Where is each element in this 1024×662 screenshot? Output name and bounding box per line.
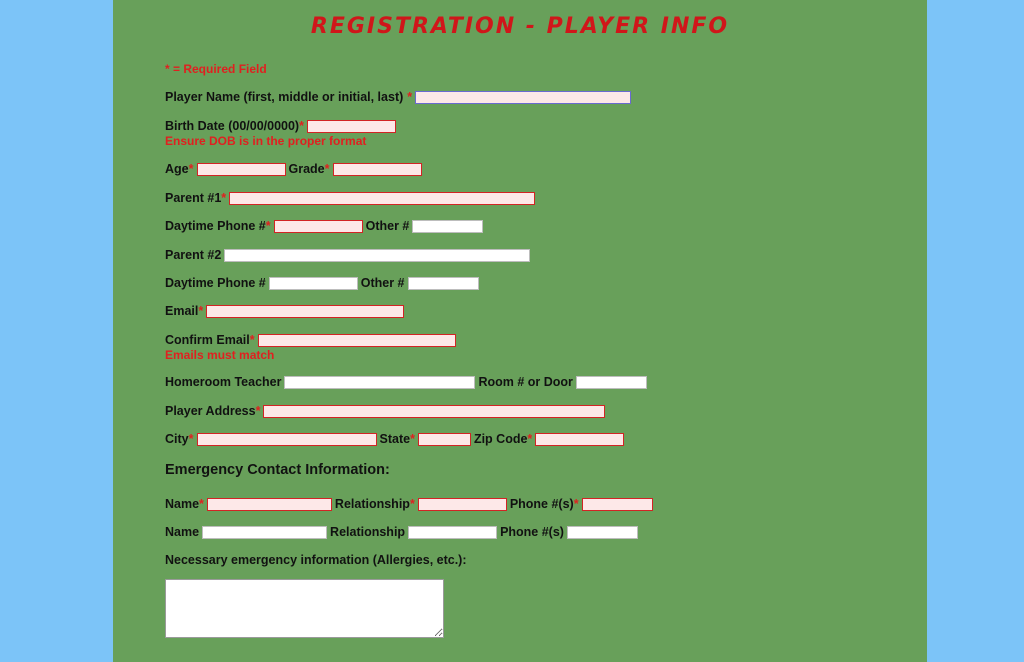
player-address-label: Player Address <box>165 404 256 418</box>
required-star: * <box>527 432 533 446</box>
confirm-email-row: Confirm Email * <box>165 331 459 349</box>
birth-date-error: Ensure DOB is in the proper format <box>165 134 367 148</box>
parent2-row: Parent #2 <box>165 246 533 264</box>
city-state-zip-row: City * State * Zip Code * <box>165 430 627 448</box>
emergency-name1-input[interactable] <box>206 497 332 511</box>
relationship1-input[interactable] <box>417 497 507 511</box>
necessary-info-label: Necessary emergency information (Allergi… <box>165 553 467 567</box>
zip-label: Zip Code <box>473 432 528 446</box>
player-name-row: Player Name (first, middle or initial, l… <box>165 88 634 106</box>
age-grade-row: Age * Grade * <box>165 160 425 178</box>
phone1-label: Phone #(s) <box>509 497 574 511</box>
required-star: * <box>324 162 330 176</box>
state-label: State <box>379 432 411 446</box>
city-input[interactable] <box>196 432 377 446</box>
required-star: * <box>188 162 194 176</box>
emergency-contact2-row: Name Relationship Phone #(s) <box>165 523 641 541</box>
player-name-input[interactable] <box>415 90 632 104</box>
homeroom-teacher-input[interactable] <box>284 375 476 389</box>
grade-label: Grade <box>288 162 325 176</box>
email-match-error: Emails must match <box>165 348 275 362</box>
emergency-heading: Emergency Contact Information: <box>165 462 390 478</box>
player-address-row: Player Address * <box>165 402 608 420</box>
required-star: * <box>409 497 415 511</box>
required-star: * <box>299 119 304 133</box>
required-star: * <box>198 304 204 318</box>
required-star: * <box>249 333 255 347</box>
required-field-note: * = Required Field <box>165 62 267 76</box>
other2-input[interactable] <box>407 276 479 290</box>
required-star: * <box>573 497 579 511</box>
required-star: * <box>221 191 227 205</box>
other1-input[interactable] <box>412 219 484 233</box>
other1-label: Other # <box>365 219 410 233</box>
room-label: Room # or Door <box>478 375 573 389</box>
state-input[interactable] <box>417 432 471 446</box>
page-title: REGISTRATION - PLAYER INFO <box>310 14 730 39</box>
required-star: * <box>410 432 415 446</box>
grade-input[interactable] <box>332 162 422 176</box>
homeroom-teacher-label: Homeroom Teacher <box>165 375 282 389</box>
daytime-phone1-input[interactable] <box>273 219 363 233</box>
parent2-label: Parent #2 <box>165 248 222 262</box>
birth-date-input[interactable] <box>306 119 396 133</box>
city-label: City <box>165 432 189 446</box>
confirm-email-input[interactable] <box>257 333 456 347</box>
birth-date-label: Birth Date (00/00/0000) <box>165 119 300 133</box>
parent1-input[interactable] <box>229 191 536 205</box>
email-input[interactable] <box>206 304 405 318</box>
daytime-phone2-label: Daytime Phone # <box>165 276 266 290</box>
room-input[interactable] <box>575 375 647 389</box>
age-input[interactable] <box>196 162 286 176</box>
parent1-label: Parent #1 <box>165 191 222 205</box>
required-star: * <box>265 219 271 233</box>
homeroom-row: Homeroom Teacher Room # or Door <box>165 373 650 391</box>
emergency-phone1-input[interactable] <box>581 497 653 511</box>
parent2-input[interactable] <box>224 248 531 262</box>
daytime-phone1-row: Daytime Phone # * Other # <box>165 217 486 235</box>
emergency-name2-label: Name <box>165 525 200 539</box>
required-star: * <box>255 404 261 418</box>
daytime-phone1-label: Daytime Phone # <box>165 219 266 233</box>
emergency-name2-input[interactable] <box>202 525 328 539</box>
required-star: * <box>407 90 413 104</box>
player-address-input[interactable] <box>263 404 606 418</box>
required-star: * <box>188 432 194 446</box>
necessary-info-row: Necessary emergency information (Allergi… <box>165 551 467 569</box>
email-label: Email <box>165 304 199 318</box>
phone2-label: Phone #(s) <box>500 525 564 539</box>
relationship2-input[interactable] <box>408 525 498 539</box>
daytime-phone2-input[interactable] <box>268 276 358 290</box>
relationship1-label: Relationship <box>334 497 410 511</box>
emergency-phone2-input[interactable] <box>566 525 638 539</box>
relationship2-label: Relationship <box>330 525 406 539</box>
emergency-name1-label: Name <box>165 497 200 511</box>
player-name-label: Player Name (first, middle or initial, l… <box>165 90 404 104</box>
form-panel: REGISTRATION - PLAYER INFO * = Required … <box>113 0 927 662</box>
emergency-contact1-row: Name * Relationship * Phone #(s) * <box>165 495 656 513</box>
required-star: * <box>199 497 204 511</box>
age-label: Age <box>165 162 189 176</box>
parent1-row: Parent #1 * <box>165 189 538 207</box>
other2-label: Other # <box>360 276 405 290</box>
birth-date-row: Birth Date (00/00/0000) * <box>165 117 399 135</box>
zip-input[interactable] <box>535 432 625 446</box>
email-row: Email * <box>165 302 407 320</box>
necessary-info-textarea[interactable] <box>165 579 444 638</box>
confirm-email-label: Confirm Email <box>165 333 250 347</box>
daytime-phone2-row: Daytime Phone # Other # <box>165 274 482 292</box>
